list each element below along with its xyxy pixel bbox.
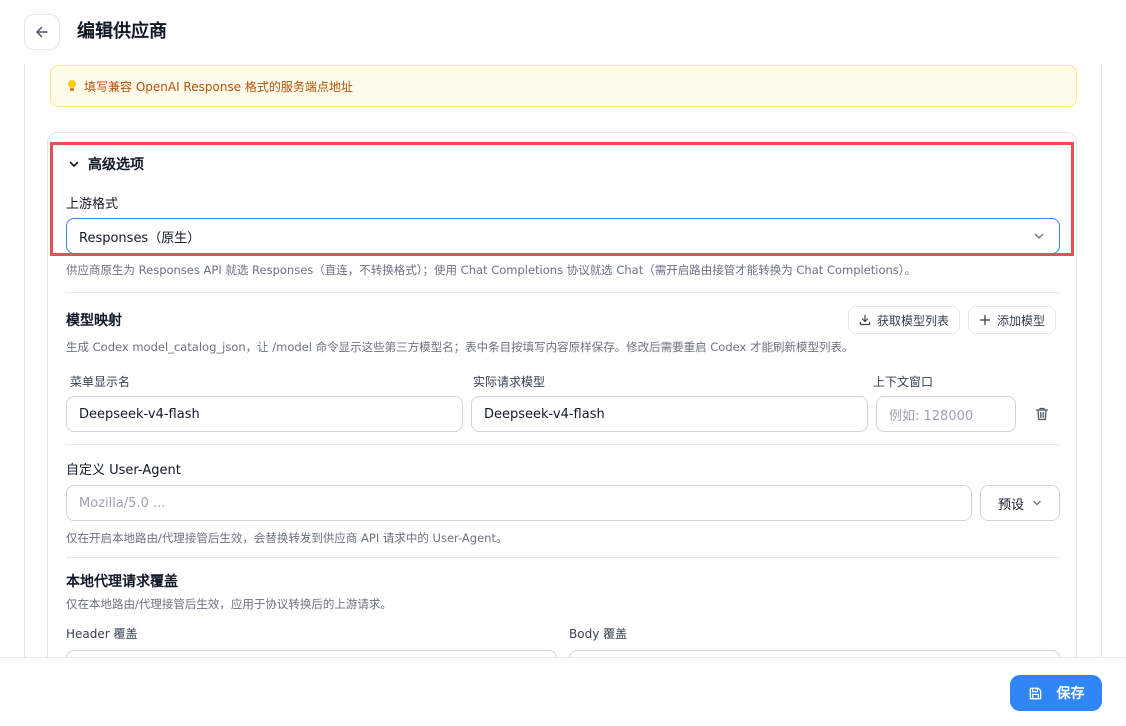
fetch-models-button[interactable]: 获取模型列表 [848,306,961,334]
body-override-label: Body 覆盖 [569,627,628,641]
fetch-models-label: 获取模型列表 [877,313,950,328]
divider [66,557,1060,558]
advanced-card [47,132,1077,657]
upstream-format-select[interactable]: Responses（原生） [66,218,1060,254]
page-title: 编辑供应商 [77,21,167,42]
column-header-display-name: 菜单显示名 [70,375,131,389]
model-mapping-title: 模型映射 [66,313,122,329]
override-hint: 仅在本地路由/代理接管后生效，应用于协议转换后的上游请求。 [66,597,392,611]
chevron-down-icon [69,161,79,167]
add-model-label: 添加模型 [997,313,1046,328]
advanced-toggle[interactable]: 高级选项 [68,154,144,174]
column-header-context-window: 上下文窗口 [873,375,934,389]
user-agent-input[interactable]: Mozilla/5.0 ... [66,485,972,521]
notice-text: 填写兼容 OpenAI Response 格式的服务端点地址 [84,79,353,94]
display-name-input[interactable]: Deepseek-v4-flash [66,396,463,432]
save-button[interactable]: 保存 [1010,675,1102,711]
divider [66,444,1060,445]
chevron-down-icon [1034,233,1044,239]
arrow-left-icon [36,26,48,38]
override-title: 本地代理请求覆盖 [66,574,178,590]
form-content[interactable]: 填写兼容 OpenAI Response 格式的服务端点地址 [24,64,1102,657]
plus-icon [979,314,991,326]
endpoint-notice: 填写兼容 OpenAI Response 格式的服务端点地址 [50,65,1077,107]
back-button[interactable] [24,14,60,50]
divider [66,292,1060,293]
advanced-toggle-label: 高级选项 [88,157,144,173]
save-label: 保存 [1056,686,1085,702]
add-model-button[interactable]: 添加模型 [968,306,1057,334]
footer-bar: 保存 [0,657,1126,726]
download-icon [859,314,871,326]
chevron-down-icon [1033,500,1041,506]
header-override-label: Header 覆盖 [66,627,138,641]
upstream-format-value: Responses（原生） [79,230,201,246]
upstream-format-label: 上游格式 [66,197,119,212]
preset-dropdown[interactable]: 预设 [980,485,1060,521]
delete-row-button[interactable] [1032,404,1052,424]
save-icon [1029,687,1041,699]
trash-icon [1035,407,1049,421]
user-agent-hint: 仅在开启本地路由/代理接管后生效，会替换转发到供应商 API 请求中的 User… [66,531,508,545]
preset-label: 预设 [997,497,1024,513]
page-header: 编辑供应商 [0,0,1126,64]
column-header-request-model: 实际请求模型 [473,375,546,389]
model-mapping-hint: 生成 Codex model_catalog_json，让 /model 命令显… [66,340,854,354]
upstream-format-hint: 供应商原生为 Responses API 就选 Responses（直连，不转换… [66,263,917,277]
request-model-input[interactable]: Deepseek-v4-flash [471,396,868,432]
lightbulb-icon [68,80,76,91]
context-window-input[interactable]: 例如: 128000 [876,396,1016,432]
user-agent-label: 自定义 User-Agent [66,463,181,478]
